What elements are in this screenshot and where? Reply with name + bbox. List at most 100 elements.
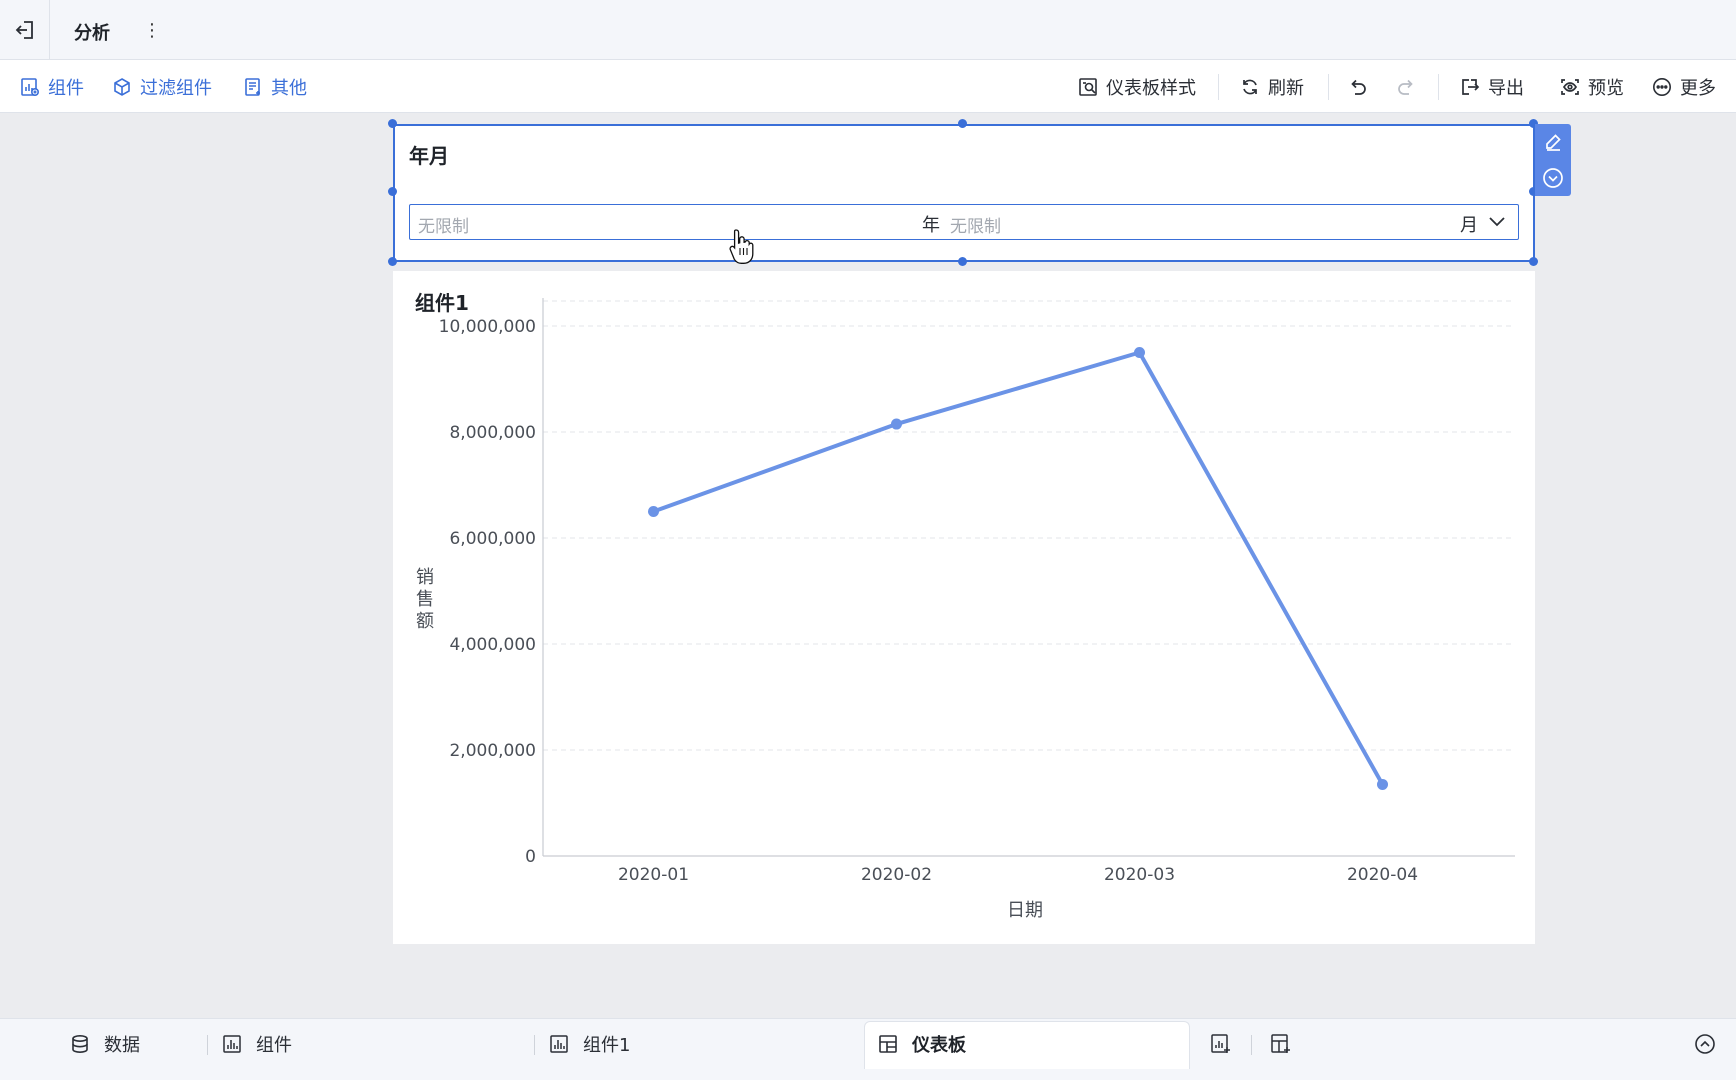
y-tick-label: 0 bbox=[525, 847, 536, 867]
app-title: 分析 bbox=[74, 23, 110, 44]
tab-dashboard-label: 仪表板 bbox=[912, 1035, 966, 1056]
toolbar-divider bbox=[1438, 74, 1439, 100]
edit-icon bbox=[1546, 134, 1561, 151]
export-label: 导出 bbox=[1488, 77, 1524, 99]
database-icon bbox=[72, 1034, 88, 1054]
tab-divider bbox=[534, 1035, 535, 1055]
add-dashboard-icon bbox=[1271, 1034, 1290, 1053]
add-chart-widget-button[interactable]: 组件 bbox=[20, 60, 84, 113]
tab-data-label: 数据 bbox=[104, 1035, 140, 1056]
start-placeholder: 无限制 bbox=[418, 217, 469, 237]
resize-handle[interactable] bbox=[958, 119, 967, 128]
toolbar: 组件 过滤组件 其他 仪表板样式 刷新 导出 预览 更多 bbox=[0, 60, 1736, 113]
refresh-icon bbox=[1243, 79, 1257, 94]
chevron-circle-down-icon bbox=[1543, 168, 1563, 188]
more-circle-icon bbox=[1653, 77, 1671, 96]
year-month-filter-widget[interactable]: 年月 无限制 年 无限制 月 bbox=[393, 124, 1535, 262]
dashboard-style-label: 仪表板样式 bbox=[1106, 77, 1196, 99]
resize-handle[interactable] bbox=[388, 119, 397, 128]
collapse-panel-button[interactable] bbox=[1694, 1019, 1730, 1069]
line-chart-widget[interactable]: 组件1 10,000,000 8,000,000 6,000,000 4,000,00… bbox=[393, 271, 1535, 944]
tab-widget-1-label: 组件1 bbox=[583, 1035, 631, 1056]
export-icon bbox=[1462, 78, 1480, 95]
y-tick-label: 8,000,000 bbox=[449, 423, 536, 443]
y-axis-title-char: 额 bbox=[416, 611, 434, 632]
data-point bbox=[648, 506, 659, 517]
tab-dashboard[interactable]: 仪表板 bbox=[878, 1019, 966, 1069]
x-tick-label: 2020-01 bbox=[618, 865, 689, 885]
bar-chart-icon bbox=[223, 1035, 241, 1053]
refresh-button[interactable]: 刷新 bbox=[1240, 60, 1304, 113]
redo-icon bbox=[1398, 79, 1413, 95]
chevron-circle-up-icon bbox=[1695, 1034, 1715, 1054]
preview-label: 预览 bbox=[1588, 77, 1624, 99]
x-axis-title: 日期 bbox=[1007, 900, 1043, 921]
end-placeholder: 无限制 bbox=[950, 217, 1001, 237]
add-chart-icon bbox=[1211, 1034, 1230, 1053]
chevron-down-icon[interactable] bbox=[1488, 216, 1506, 228]
resize-handle[interactable] bbox=[958, 257, 967, 266]
hand-cursor-icon bbox=[729, 229, 754, 264]
y-tick-label: 10,000,000 bbox=[439, 317, 536, 337]
add-chart-widget-label: 组件 bbox=[48, 77, 84, 99]
toolbar-divider bbox=[1218, 74, 1219, 100]
series-line bbox=[652, 350, 1385, 786]
top-bar: 分析 ⋮ bbox=[0, 0, 1736, 60]
y-tick-label: 2,000,000 bbox=[449, 741, 536, 761]
line-chart: 10,000,000 8,000,000 6,000,000 4,000,000 2,0… bbox=[416, 298, 1515, 921]
x-tick-label: 2020-04 bbox=[1347, 865, 1418, 885]
dashboard-style-icon bbox=[1079, 77, 1097, 96]
add-filter-widget-label: 过滤组件 bbox=[140, 77, 212, 99]
data-point bbox=[1377, 778, 1388, 790]
resize-handle[interactable] bbox=[388, 187, 397, 196]
tab-widget[interactable]: 组件 bbox=[222, 1019, 292, 1069]
undo-icon bbox=[1351, 79, 1366, 95]
other-widget-icon bbox=[245, 77, 260, 96]
add-other-widget-button[interactable]: 其他 bbox=[243, 60, 307, 113]
filter-title: 年月 bbox=[409, 144, 449, 168]
resize-handle[interactable] bbox=[388, 257, 397, 266]
widget-side-actions bbox=[1535, 124, 1571, 196]
refresh-label: 刷新 bbox=[1268, 77, 1304, 99]
end-unit-label: 月 bbox=[1460, 215, 1478, 236]
exit-icon bbox=[15, 21, 33, 39]
dashboard-icon bbox=[879, 1035, 897, 1053]
data-point bbox=[891, 418, 902, 430]
y-tick-label: 4,000,000 bbox=[449, 635, 536, 655]
tab-widget-label: 组件 bbox=[256, 1035, 292, 1056]
y-tick-label: 6,000,000 bbox=[449, 529, 536, 549]
resize-handle[interactable] bbox=[1529, 257, 1538, 266]
x-tick-label: 2020-03 bbox=[1104, 865, 1175, 885]
y-axis-title-char: 售 bbox=[416, 589, 434, 610]
data-point bbox=[1134, 347, 1145, 358]
add-dashboard-tab-button[interactable] bbox=[1270, 1019, 1306, 1069]
preview-button[interactable]: 预览 bbox=[1560, 60, 1624, 113]
bar-chart-icon bbox=[550, 1035, 568, 1053]
more-options-icon[interactable]: ⋮ bbox=[143, 16, 161, 44]
toolbar-divider bbox=[1328, 74, 1329, 100]
dashboard-style-button[interactable]: 仪表板样式 bbox=[1078, 60, 1196, 113]
add-filter-widget-button[interactable]: 过滤组件 bbox=[112, 60, 212, 113]
undo-button[interactable] bbox=[1348, 60, 1376, 113]
widget-menu-button[interactable] bbox=[1535, 160, 1571, 196]
filter-widget-icon bbox=[114, 77, 130, 96]
tab-divider bbox=[1251, 1035, 1252, 1055]
tab-widget-1[interactable]: 组件1 bbox=[549, 1019, 630, 1069]
start-unit-label: 年 bbox=[922, 215, 940, 236]
edit-widget-button[interactable] bbox=[1535, 124, 1571, 160]
preview-icon bbox=[1561, 78, 1579, 95]
more-button[interactable]: 更多 bbox=[1652, 60, 1716, 113]
tab-divider bbox=[207, 1035, 208, 1055]
x-tick-label: 2020-02 bbox=[861, 865, 932, 885]
year-month-range-input[interactable]: 无限制 年 无限制 月 bbox=[409, 204, 1519, 240]
y-axis-title-char: 销 bbox=[416, 567, 434, 588]
redo-button[interactable] bbox=[1396, 60, 1424, 113]
add-chart-tab-button[interactable] bbox=[1210, 1019, 1246, 1069]
bottom-tab-bar: 数据 组件 组件1 仪表板 bbox=[0, 1018, 1736, 1080]
add-other-widget-label: 其他 bbox=[271, 77, 307, 99]
more-label: 更多 bbox=[1680, 77, 1716, 99]
chart-widget-icon bbox=[21, 77, 40, 96]
export-button[interactable]: 导出 bbox=[1460, 60, 1524, 113]
exit-button[interactable] bbox=[0, 0, 50, 60]
tab-data[interactable]: 数据 bbox=[70, 1019, 140, 1069]
